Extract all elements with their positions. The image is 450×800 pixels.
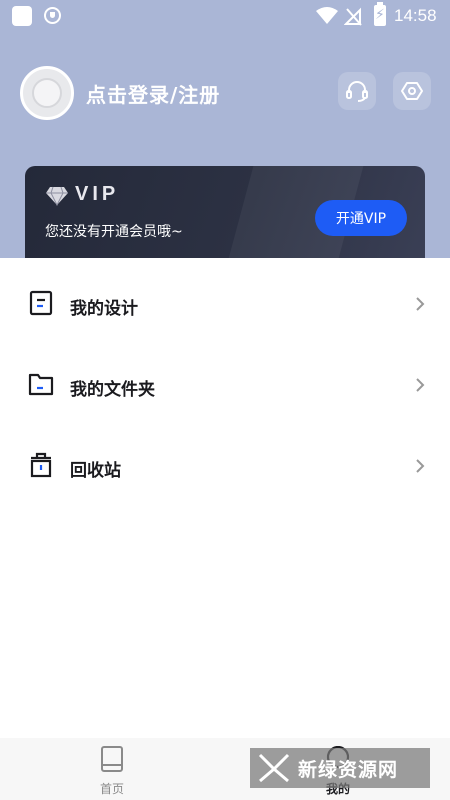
- settings-button[interactable]: [393, 72, 431, 110]
- gear-icon: [401, 82, 423, 100]
- menu-item-my-designs[interactable]: 我的设计: [0, 258, 450, 338]
- home-book-icon: [101, 746, 123, 772]
- battery-charging-icon: ⚡: [374, 2, 386, 26]
- chevron-right-icon: [416, 297, 425, 311]
- status-time: 14:58: [394, 6, 437, 25]
- avatar[interactable]: [20, 66, 74, 120]
- login-register-link[interactable]: 点击登录/注册: [86, 79, 220, 108]
- menu-item-label: 我的文件夹: [70, 380, 155, 400]
- avatar-placeholder-icon: [32, 78, 62, 108]
- vip-title: VIP: [75, 183, 120, 205]
- folder-icon: [28, 373, 54, 396]
- status-bar: ⚡ 14:58: [0, 0, 450, 32]
- menu-item-label: 我的设计: [70, 299, 138, 319]
- menu-item-label: 回收站: [70, 461, 121, 481]
- diamond-icon: [46, 186, 68, 206]
- watermark-logo-icon: [258, 753, 290, 783]
- chevron-right-icon: [416, 459, 425, 473]
- vip-card: VIP 您还没有开通会员哦~ 开通VIP: [25, 166, 425, 258]
- design-doc-icon: [29, 290, 53, 316]
- headset-icon: [346, 81, 368, 102]
- tab-home[interactable]: 首页: [82, 746, 142, 800]
- watermark-text: 新绿资源网: [298, 758, 399, 781]
- menu-item-recycle-bin[interactable]: 回收站: [0, 420, 450, 500]
- wifi-icon: [316, 7, 338, 24]
- profile-header: 点击登录/注册 VIP 您还没有开通会员哦~ 开通VIP: [0, 32, 450, 258]
- customer-service-button[interactable]: [338, 72, 376, 110]
- app-notification-icon: [12, 6, 32, 26]
- menu-item-my-folders[interactable]: 我的文件夹: [0, 339, 450, 419]
- shield-notification-icon: [44, 7, 61, 24]
- vip-subtitle: 您还没有开通会员哦~: [45, 224, 183, 240]
- chevron-right-icon: [416, 378, 425, 392]
- tab-home-label: 首页: [99, 782, 124, 796]
- open-vip-button[interactable]: 开通VIP: [315, 200, 407, 236]
- watermark: 新绿资源网: [250, 748, 430, 788]
- trash-icon: [30, 452, 52, 478]
- no-signal-icon: [344, 7, 362, 26]
